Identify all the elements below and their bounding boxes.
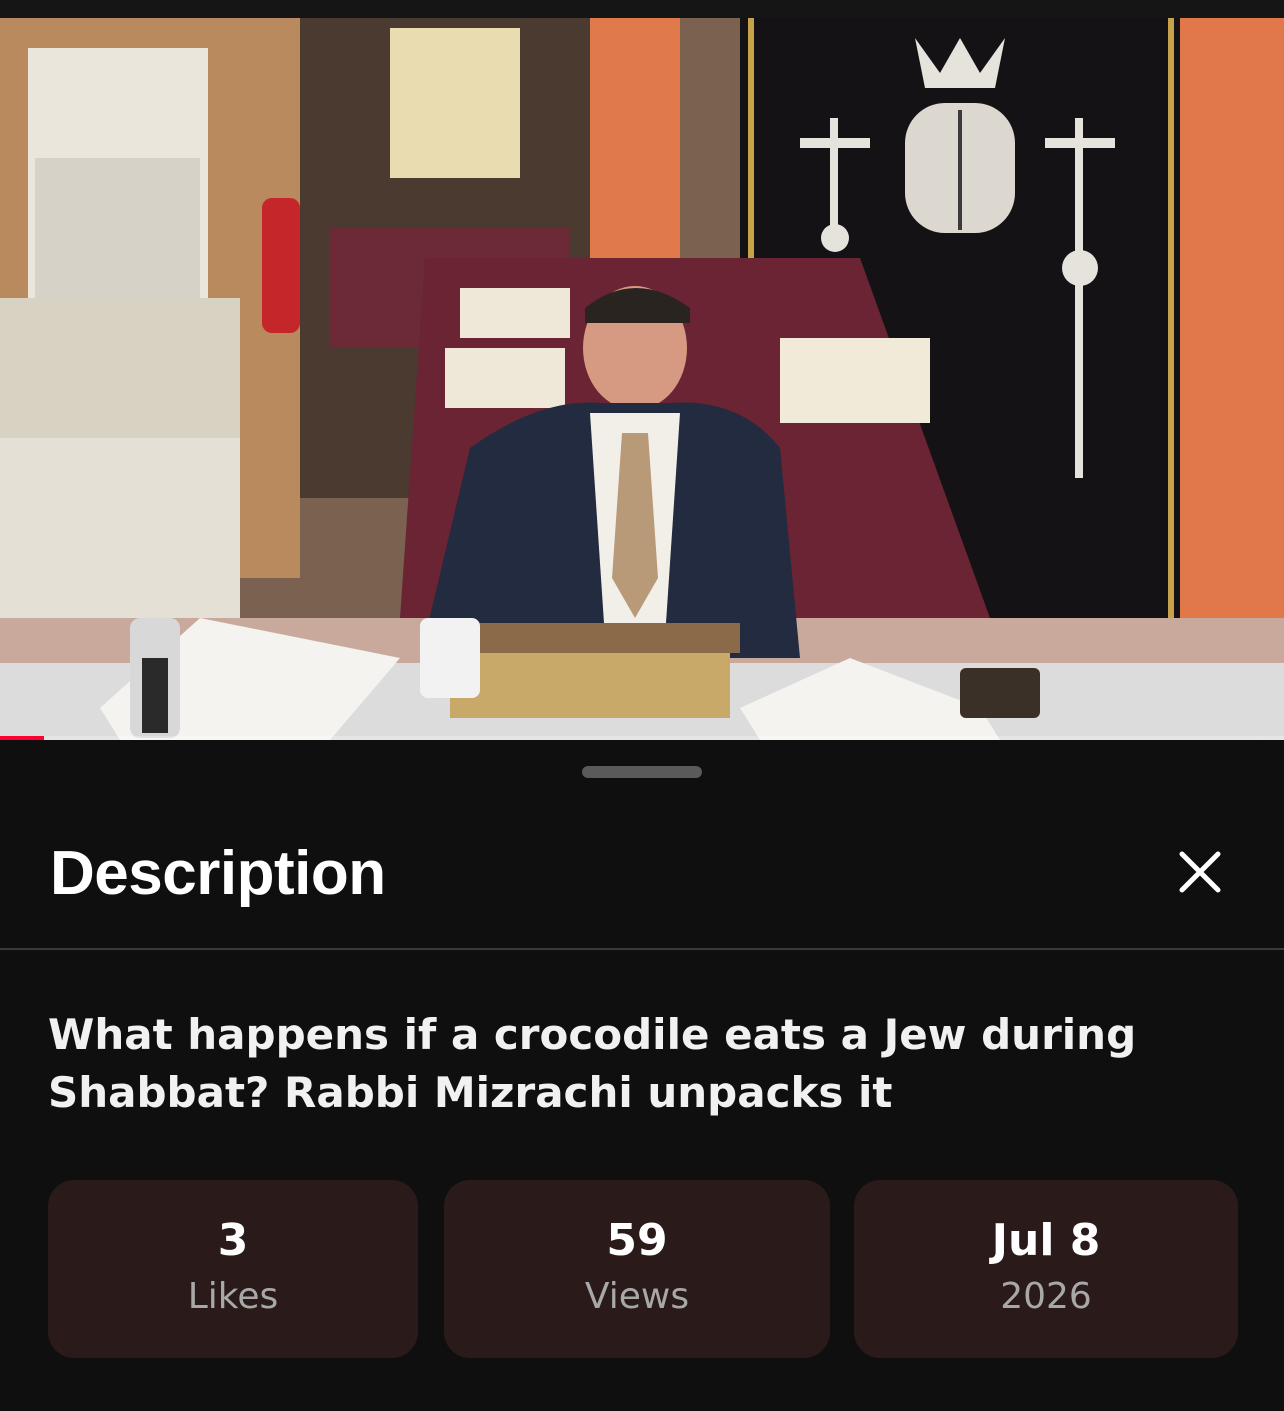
status-bar-strip [0, 0, 1284, 18]
divider [0, 948, 1284, 950]
video-player[interactable] [0, 18, 1284, 740]
sheet-title: Description [50, 839, 386, 908]
date-day: Jul 8 [991, 1215, 1101, 1266]
video-progress-fill [0, 736, 44, 740]
description-sheet: Description What happens if a crocodile … [0, 742, 1284, 1411]
video-progress-bar[interactable] [0, 736, 1284, 740]
close-button[interactable] [1168, 840, 1232, 904]
likes-stat: 3 Likes [48, 1180, 418, 1358]
video-title: What happens if a crocodile eats a Jew d… [48, 1010, 1137, 1117]
views-label: Views [584, 1276, 690, 1317]
likes-label: Likes [187, 1276, 279, 1317]
date-stat: Jul 8 2026 [854, 1180, 1238, 1358]
video-frame [0, 18, 1284, 740]
views-stat: 59 Views [444, 1180, 830, 1358]
views-count: 59 [606, 1215, 668, 1266]
date-year: 2026 [1000, 1276, 1092, 1317]
stats-row: 3 Likes 59 Views Jul 8 2026 [48, 1180, 1238, 1358]
screen: Description What happens if a crocodile … [0, 0, 1284, 1411]
likes-count: 3 [217, 1215, 249, 1266]
close-icon [1179, 851, 1221, 893]
drag-handle[interactable] [582, 766, 702, 778]
